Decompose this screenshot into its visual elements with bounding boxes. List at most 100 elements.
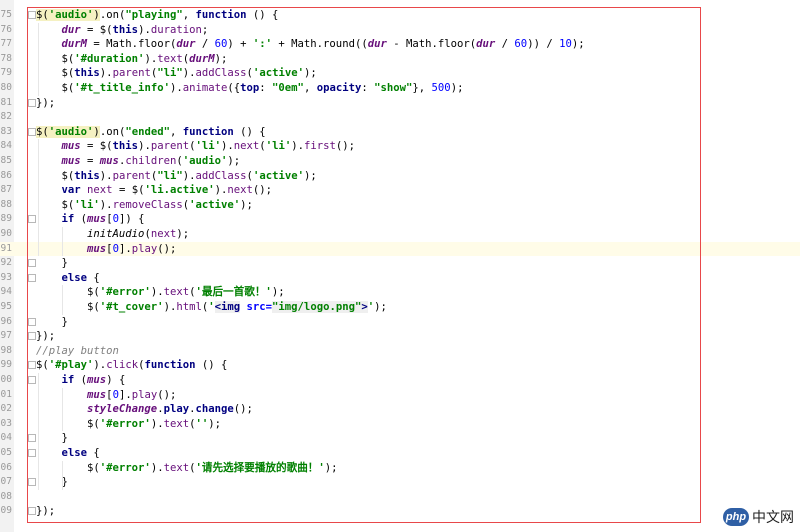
code-text: //play button	[36, 344, 119, 357]
line-number: 81	[0, 96, 12, 108]
code-text: $(this).parent("li").addClass('active');	[36, 67, 317, 80]
fold-marker-icon[interactable]	[28, 98, 36, 107]
code-line[interactable]: 82	[0, 110, 800, 125]
code-line[interactable]: 81});	[0, 96, 800, 111]
code-line[interactable]: 96 }	[0, 315, 800, 330]
code-text: $('audio').on("playing", function () {	[36, 9, 279, 21]
line-number: 82	[0, 111, 12, 123]
code-line[interactable]: 77 durM = Math.floor(dur / 60) + ':' + M…	[0, 37, 800, 52]
code-line[interactable]: 89 if (mus[0]) {	[0, 212, 800, 227]
code-line[interactable]: 97});	[0, 329, 800, 344]
fold-marker-icon[interactable]	[28, 215, 36, 224]
code-line[interactable]: 85 mus = mus.children('audio');	[0, 154, 800, 169]
line-number: 76	[0, 23, 12, 35]
code-text: styleChange.play.change();	[87, 403, 253, 416]
indent-guide	[38, 22, 39, 96]
code-text: mus = mus.children('audio');	[61, 155, 241, 167]
code-text: else {	[61, 447, 100, 459]
code-text: durM = Math.floor(dur / 60) + ':' + Math…	[61, 38, 585, 51]
code-line[interactable]: 06 $('#error').text('请先选择要播放的歌曲！');	[0, 461, 800, 476]
code-line[interactable]: 78 $('#duration').text(durM);	[0, 52, 800, 67]
code-line[interactable]: 95 $('#t_cover').html('<img src="img/log…	[0, 300, 800, 315]
code-editor[interactable]: 75 $('audio').on("playing", function () {…	[0, 0, 800, 532]
code-line[interactable]: 98 //play button	[0, 344, 800, 359]
fold-marker-icon[interactable]	[28, 478, 36, 487]
line-number: 98	[0, 344, 12, 356]
code-line[interactable]: 92 }	[0, 256, 800, 271]
code-line[interactable]: 03 $('#error').text('');	[0, 417, 800, 432]
line-number: 78	[0, 52, 12, 64]
code-text: else {	[61, 271, 100, 284]
line-number: 86	[0, 169, 12, 181]
code-line[interactable]: 87 var next = $('li.active').next();	[0, 183, 800, 198]
line-number: 80	[0, 82, 12, 93]
php-cn-watermark: php 中文网	[723, 506, 794, 528]
code-text: $('#error').text('请先选择要播放的歌曲！');	[36, 461, 338, 474]
fold-marker-icon[interactable]	[28, 127, 36, 136]
code-line[interactable]: 90 initAudio(next);	[0, 227, 800, 242]
code-text: $('#play').click(function () {	[36, 359, 228, 372]
code-text: var next = $('li.active').next();	[61, 184, 273, 197]
code-text: mus[0].play();	[87, 242, 177, 255]
fold-marker-icon[interactable]	[28, 361, 36, 370]
code-text: });	[36, 330, 56, 343]
code-line[interactable]: 79 $(this).parent("li").addClass('active…	[0, 66, 800, 81]
line-number: 03	[0, 417, 12, 429]
code-line[interactable]: 09});	[0, 504, 800, 519]
fold-marker-icon[interactable]	[28, 273, 36, 282]
code-line[interactable]: 86 $(this).parent("li").addClass('active…	[0, 169, 800, 184]
indent-guide	[62, 285, 63, 315]
line-number: 99	[0, 359, 12, 371]
code-text: $('audio').on("ended", function () {	[36, 125, 266, 138]
fold-marker-icon[interactable]	[28, 11, 36, 19]
line-number: 87	[0, 184, 12, 196]
code-line[interactable]: 05 else {	[0, 446, 800, 461]
line-number: 01	[0, 388, 12, 400]
line-number: 05	[0, 447, 12, 458]
code-line[interactable]: 04 }	[0, 431, 800, 446]
watermark-text: 中文网	[752, 510, 794, 526]
code-line[interactable]: 83 $('audio').on("ended", function () {	[0, 125, 800, 140]
code-line[interactable]: 75 $('audio').on("playing", function () {	[0, 8, 800, 23]
fold-marker-icon[interactable]	[28, 449, 36, 457]
code-text: $('li').removeClass('active');	[36, 198, 253, 211]
line-number: 90	[0, 228, 12, 239]
code-text: dur = $(this).duration;	[61, 23, 209, 36]
code-text: $('#t_cover').html('<img src="img/logo.p…	[36, 301, 387, 313]
code-text: $(this).parent("li").addClass('active');	[36, 169, 317, 182]
line-number: 84	[0, 140, 12, 152]
code-text: }	[36, 432, 68, 445]
code-line[interactable]: 93 else {	[0, 271, 800, 286]
fold-marker-icon[interactable]	[28, 332, 36, 341]
line-number: 91	[0, 242, 12, 254]
code-line[interactable]: 84 mus = $(this).parent('li').next('li')…	[0, 139, 800, 154]
code-line[interactable]: 00 if (mus) {	[0, 373, 800, 388]
code-text: mus = $(this).parent('li').next('li').fi…	[61, 140, 355, 153]
code-text: }	[36, 315, 68, 328]
line-number: 02	[0, 403, 12, 415]
line-number: 08	[0, 490, 12, 502]
fold-marker-icon[interactable]	[28, 259, 36, 268]
fold-marker-icon[interactable]	[28, 376, 36, 384]
fold-marker-icon[interactable]	[28, 507, 36, 516]
code-line[interactable]: 01 mus[0].play();	[0, 388, 800, 403]
code-text: if (mus[0]) {	[61, 213, 145, 226]
code-line[interactable]: 80 $('#t_title_info').animate({top: "0em…	[0, 81, 800, 96]
line-number: 06	[0, 461, 12, 473]
code-line[interactable]: 94 $('#error').text('最后一首歌！');	[0, 285, 800, 300]
line-number: 77	[0, 38, 12, 50]
code-line[interactable]: 07 }	[0, 475, 800, 490]
code-text: });	[36, 96, 56, 109]
indent-guide	[62, 387, 63, 432]
code-line[interactable]: 02 styleChange.play.change();	[0, 402, 800, 417]
code-line[interactable]: 08	[0, 490, 800, 505]
fold-marker-icon[interactable]	[28, 434, 36, 443]
code-line[interactable]: 88 $('li').removeClass('active');	[0, 198, 800, 213]
fold-marker-icon[interactable]	[28, 317, 36, 326]
code-text: $('#error').text('最后一首歌！');	[36, 286, 285, 299]
code-line[interactable]: 99 $('#play').click(function () {	[0, 358, 800, 373]
code-line[interactable]: 76 dur = $(this).duration;	[0, 23, 800, 38]
code-text: $('#duration').text(durM);	[36, 52, 228, 65]
code-line[interactable]: 91 mus[0].play();	[0, 241, 800, 257]
line-number: 04	[0, 432, 12, 444]
